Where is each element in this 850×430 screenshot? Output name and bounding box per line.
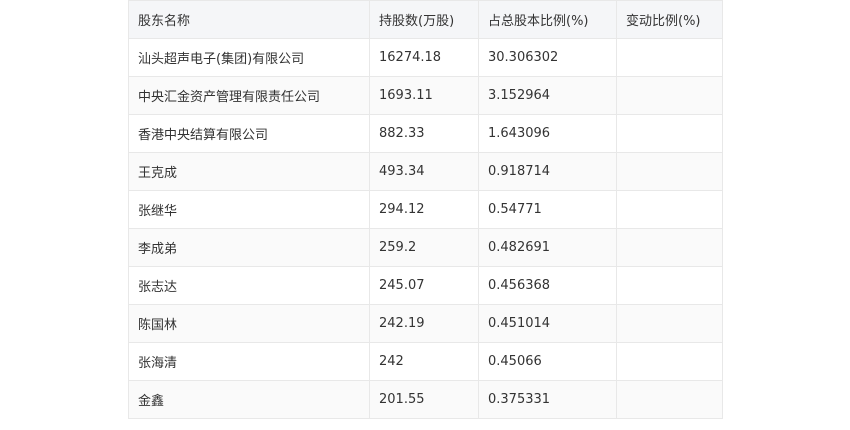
cell-shares-held: 1693.11: [369, 76, 479, 115]
cell-change-ratio: [616, 304, 723, 343]
cell-shares-held: 242.19: [369, 304, 479, 343]
cell-shareholder-name: 王克成: [128, 152, 370, 191]
column-header-shares-held: 持股数(万股): [369, 0, 479, 39]
cell-change-ratio: [616, 228, 723, 267]
cell-shareholder-name: 金鑫: [128, 380, 370, 419]
table-row: 金鑫 201.55 0.375331: [128, 380, 723, 419]
cell-shares-held: 245.07: [369, 266, 479, 305]
cell-share-ratio: 1.643096: [478, 114, 617, 153]
cell-shareholder-name: 张继华: [128, 190, 370, 229]
table-header: 股东名称 持股数(万股) 占总股本比例(%) 变动比例(%): [128, 0, 723, 39]
cell-shareholder-name: 中央汇金资产管理有限责任公司: [128, 76, 370, 115]
cell-shares-held: 259.2: [369, 228, 479, 267]
cell-shareholder-name: 汕头超声电子(集团)有限公司: [128, 38, 370, 77]
cell-shareholder-name: 陈国林: [128, 304, 370, 343]
table-row: 王克成 493.34 0.918714: [128, 152, 723, 191]
column-header-share-ratio: 占总股本比例(%): [478, 0, 617, 39]
cell-shareholder-name: 李成弟: [128, 228, 370, 267]
table-body: 汕头超声电子(集团)有限公司 16274.18 30.306302 中央汇金资产…: [128, 38, 723, 419]
table-row: 中央汇金资产管理有限责任公司 1693.11 3.152964: [128, 76, 723, 115]
cell-share-ratio: 0.918714: [478, 152, 617, 191]
table-row: 张海清 242 0.45066: [128, 342, 723, 381]
cell-share-ratio: 0.45066: [478, 342, 617, 381]
cell-change-ratio: [616, 266, 723, 305]
cell-share-ratio: 0.482691: [478, 228, 617, 267]
cell-shares-held: 882.33: [369, 114, 479, 153]
column-header-shareholder-name: 股东名称: [128, 0, 370, 39]
cell-shareholder-name: 张海清: [128, 342, 370, 381]
cell-change-ratio: [616, 76, 723, 115]
cell-shares-held: 201.55: [369, 380, 479, 419]
cell-share-ratio: 0.375331: [478, 380, 617, 419]
cell-change-ratio: [616, 190, 723, 229]
cell-shares-held: 242: [369, 342, 479, 381]
cell-shares-held: 493.34: [369, 152, 479, 191]
table-row: 张继华 294.12 0.54771: [128, 190, 723, 229]
cell-share-ratio: 0.456368: [478, 266, 617, 305]
cell-shares-held: 16274.18: [369, 38, 479, 77]
cell-shares-held: 294.12: [369, 190, 479, 229]
cell-change-ratio: [616, 380, 723, 419]
column-header-change-ratio: 变动比例(%): [616, 0, 723, 39]
cell-change-ratio: [616, 152, 723, 191]
table-row: 张志达 245.07 0.456368: [128, 266, 723, 305]
cell-share-ratio: 0.54771: [478, 190, 617, 229]
cell-change-ratio: [616, 342, 723, 381]
cell-share-ratio: 0.451014: [478, 304, 617, 343]
shareholder-table-container: 股东名称 持股数(万股) 占总股本比例(%) 变动比例(%) 汕头超声电子(集团…: [128, 0, 723, 419]
cell-shareholder-name: 张志达: [128, 266, 370, 305]
cell-shareholder-name: 香港中央结算有限公司: [128, 114, 370, 153]
table-row: 李成弟 259.2 0.482691: [128, 228, 723, 267]
table-row: 汕头超声电子(集团)有限公司 16274.18 30.306302: [128, 38, 723, 77]
cell-change-ratio: [616, 38, 723, 77]
cell-share-ratio: 3.152964: [478, 76, 617, 115]
cell-change-ratio: [616, 114, 723, 153]
table-row: 陈国林 242.19 0.451014: [128, 304, 723, 343]
header-row: 股东名称 持股数(万股) 占总股本比例(%) 变动比例(%): [128, 0, 723, 39]
cell-share-ratio: 30.306302: [478, 38, 617, 77]
table-row: 香港中央结算有限公司 882.33 1.643096: [128, 114, 723, 153]
shareholder-table: 股东名称 持股数(万股) 占总股本比例(%) 变动比例(%) 汕头超声电子(集团…: [128, 0, 723, 419]
